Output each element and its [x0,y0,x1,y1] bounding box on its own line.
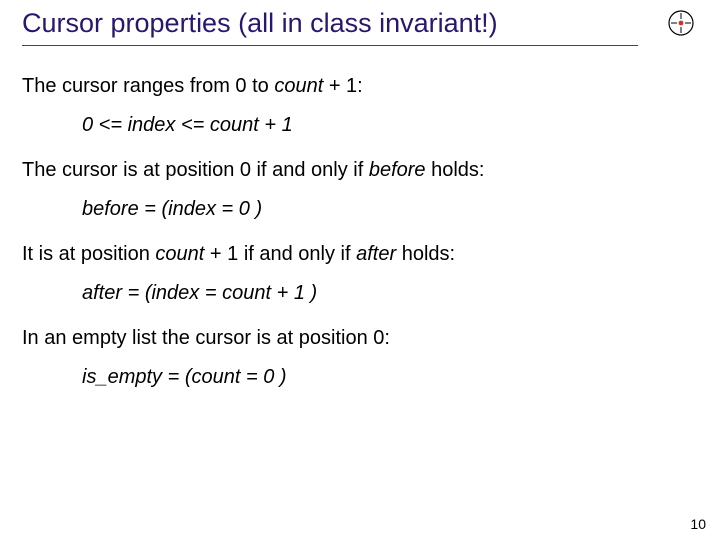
keyword-count: count [210,114,259,136]
paragraph-4: In an empty list the cursor is at positi… [22,326,698,351]
keyword-after: after [356,243,396,265]
text: <= [175,114,209,136]
text: = ( [139,198,168,220]
keyword-before: before [369,159,426,181]
text: It is at position [22,243,155,265]
paragraph-1: The cursor ranges from 0 to count + 1: [22,74,698,99]
text: = ( [122,282,151,304]
keyword-count: count [222,282,271,304]
title-row: Cursor properties (all in class invarian… [22,8,698,43]
text: + 1 [259,114,293,136]
keyword-count: count [274,75,323,97]
paragraph-2: The cursor is at position 0 if and only … [22,158,698,183]
page-number: 10 [690,516,706,532]
text: 0 <= [82,114,128,136]
expression-2: before = (index = 0 ) [82,197,698,222]
text: The cursor is at position 0 if and only … [22,159,369,181]
slide: Cursor properties (all in class invarian… [0,0,720,540]
text: = 0 ) [216,198,262,220]
paragraph-3: It is at position count + 1 if and only … [22,242,698,267]
text: + 1: [323,75,362,97]
text: = 0 ) [240,366,286,388]
text: + 1 if and only if [204,243,356,265]
expression-3: after = (index = count + 1 ) [82,281,698,306]
slide-body: The cursor ranges from 0 to count + 1: 0… [22,74,698,390]
title-underline [22,45,638,46]
slide-title: Cursor properties (all in class invarian… [22,8,498,43]
keyword-index: index [168,198,216,220]
chair-logo-icon [668,10,694,36]
keyword-after: after [82,282,122,304]
text: holds: [426,159,485,181]
keyword-count: count [191,366,240,388]
text: = ( [162,366,191,388]
keyword-index: index [128,114,176,136]
text: + 1 ) [271,282,317,304]
keyword-count: count [155,243,204,265]
text: = [199,282,222,304]
keyword-index: index [151,282,199,304]
text: holds: [396,243,455,265]
expression-1: 0 <= index <= count + 1 [82,113,698,138]
expression-4: is_empty = (count = 0 ) [82,365,698,390]
keyword-is-empty: is_empty [82,366,162,388]
keyword-before: before [82,198,139,220]
text: The cursor ranges from 0 to [22,75,274,97]
